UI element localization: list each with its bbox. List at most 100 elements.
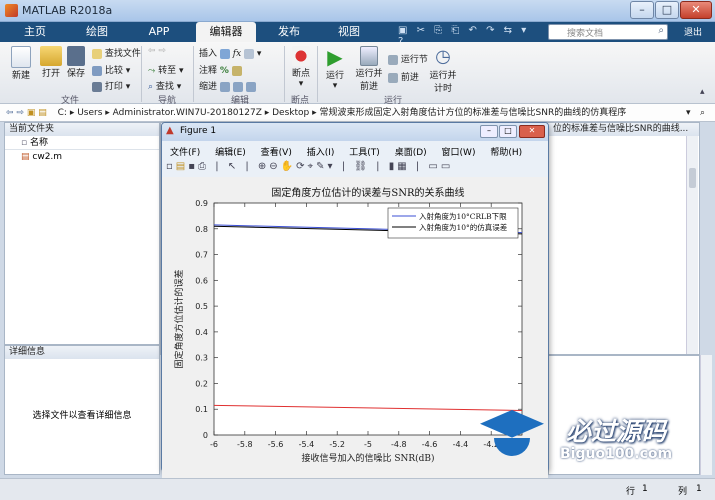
folder-up-icon[interactable]: ▣	[27, 108, 36, 118]
goto-button[interactable]: ⤳ 转至 ▾	[148, 63, 183, 76]
zoom-in-icon[interactable]: ⊕	[258, 161, 269, 172]
search-box[interactable]: 搜索文档 ⌕	[548, 24, 668, 40]
print-button[interactable]: 打印 ▾	[92, 79, 130, 92]
run-and-time-button[interactable]: ◷ 运行并 计时	[428, 46, 458, 94]
save-icon[interactable]: ▪	[188, 161, 198, 172]
legend-icon[interactable]: ▦	[397, 161, 409, 172]
menu-help[interactable]: 帮助(H)	[490, 148, 522, 158]
figure-close-button[interactable]: ✕	[519, 125, 545, 138]
compare-label: 比较	[104, 66, 123, 76]
open-label: 打开	[41, 69, 60, 79]
app-title-bar: MATLAB R2018a – □ ✕	[0, 0, 715, 22]
compare-button[interactable]: 比较 ▾	[92, 63, 130, 76]
link-plot-icon[interactable]: ⛓	[354, 161, 370, 172]
pan-icon[interactable]: ✋	[281, 161, 296, 172]
path-seg-3[interactable]: Desktop	[272, 108, 309, 118]
scroll-thumb[interactable]	[689, 168, 696, 188]
hide-tools-icon[interactable]: ▭	[428, 161, 440, 172]
breakpoints-label: 断点	[291, 69, 310, 79]
tab-view[interactable]: 视图	[324, 22, 374, 42]
figure-maximize-button[interactable]: □	[499, 125, 517, 138]
maximize-button[interactable]: □	[655, 1, 679, 19]
indent-icon	[219, 81, 230, 92]
find-file-label: 查找文件	[104, 49, 141, 59]
open-button[interactable]: 打开	[36, 46, 66, 79]
y-tick-label: 0	[203, 431, 208, 440]
find-button[interactable]: ⌕ 查找 ▾	[148, 79, 181, 92]
tab-publish[interactable]: 发布	[264, 22, 314, 42]
open-icon[interactable]: ▤	[176, 161, 188, 172]
insert-button[interactable]: 插入 fx ▾	[199, 46, 261, 59]
menu-file[interactable]: 文件(F)	[170, 148, 200, 158]
tab-plots[interactable]: 绘图	[72, 22, 122, 42]
save-button[interactable]: 保存	[63, 46, 89, 79]
nav-forward-icon[interactable]: ⇨	[16, 108, 24, 118]
editor-scrollbar[interactable]	[686, 136, 698, 354]
tab-editor[interactable]: 编辑器	[196, 22, 256, 42]
watermark-brand: 必过源码	[566, 417, 667, 446]
smart-indent-icon	[245, 81, 256, 92]
ribbon-tab-bar: 主页 绘图 APP 编辑器 发布 视图 ▣ ✂ ⎘ ⎗ ↶ ↷ ⇆ ▾ ? 搜索…	[0, 22, 715, 47]
run-button[interactable]: ▶ 运行 ▾	[322, 46, 348, 91]
show-tools-icon[interactable]: ▭	[441, 161, 453, 172]
ribbon: 新建 打开 保存 查找文件 比较 ▾ 打印 ▾ 文件 ⇦ ⇨ ⤳ 转至 ▾ ⌕ …	[0, 42, 715, 106]
rotate-icon[interactable]: ⟳	[296, 161, 307, 172]
breakpoints-button[interactable]: 断点 ▾	[288, 46, 314, 89]
print-icon[interactable]: ⎙	[198, 161, 209, 172]
x-tick-label: -5.8	[237, 440, 253, 449]
tab-apps[interactable]: APP	[134, 22, 184, 42]
file-list-header[interactable]: ▫ 名称	[5, 136, 159, 150]
details-title: 详细信息	[5, 346, 159, 359]
file-name: cw2.m	[32, 152, 63, 162]
path-dropdown-icon[interactable]: ▾	[686, 104, 691, 121]
path-seg-0[interactable]: C:	[58, 108, 67, 118]
nav-back-icon[interactable]: ⇦	[6, 108, 14, 118]
y-tick-label: 0.3	[195, 354, 208, 363]
figure-minimize-button[interactable]: –	[480, 125, 498, 138]
colorbar-icon[interactable]: ▮	[389, 161, 398, 172]
list-item[interactable]: ▤ cw2.m	[5, 150, 159, 164]
path-seg-4[interactable]: 常规波束形成固定入射角度估计方位的标准差与信噪比SNR的曲线的仿真程序	[320, 108, 627, 118]
path-search-icon[interactable]: ⌕	[700, 104, 705, 121]
column-name-header[interactable]: 名称	[30, 138, 48, 148]
close-button[interactable]: ✕	[680, 1, 712, 19]
sign-out-link[interactable]: 退出	[684, 25, 702, 38]
new-button[interactable]: 新建	[6, 46, 36, 81]
minimize-button[interactable]: –	[630, 1, 654, 19]
zoom-out-icon[interactable]: ⊖	[269, 161, 280, 172]
menu-view[interactable]: 查看(V)	[261, 148, 292, 158]
menu-window[interactable]: 窗口(W)	[442, 148, 476, 158]
chart-title: 固定角度方位估计的误差与SNR的关系曲线	[271, 186, 464, 199]
indent-button[interactable]: 缩进	[199, 79, 256, 92]
new-figure-icon[interactable]: ▫	[166, 161, 176, 172]
menu-tools[interactable]: 工具(T)	[349, 148, 380, 158]
figure-title: Figure 1	[180, 126, 217, 136]
pointer-icon[interactable]: ↖	[228, 161, 239, 172]
browse-folder-icon[interactable]: ▤	[38, 108, 47, 118]
menu-desktop[interactable]: 桌面(D)	[395, 148, 427, 158]
print-icon	[92, 81, 102, 92]
comment-button[interactable]: 注释 %	[199, 63, 242, 76]
brush-icon[interactable]: ✎	[316, 161, 327, 172]
menu-insert[interactable]: 插入(I)	[307, 148, 335, 158]
back-forward-nav[interactable]: ⇦ ⇨	[148, 46, 166, 56]
data-cursor-icon[interactable]: ⌖	[308, 161, 317, 172]
ribbon-collapse-icon[interactable]: ▴	[700, 87, 705, 97]
run-advance-button[interactable]: 运行并 前进	[354, 46, 384, 92]
legend-label: 入射角度为10°CRLB下限	[419, 211, 507, 221]
path-seg-1[interactable]: Users	[77, 108, 102, 118]
watermark-logo: 必过源码 Biguo100.com	[480, 408, 710, 468]
search-input-placeholder: 搜索文档	[567, 29, 604, 39]
comment-label: 注释	[199, 66, 218, 76]
run-section-button[interactable]: 运行节	[388, 52, 428, 65]
tab-home[interactable]: 主页	[10, 22, 60, 42]
address-bar[interactable]: ⇦ ⇨ ▣ ▤ C: ▸ Users ▸ Administrator.WIN7U…	[0, 104, 715, 122]
path-seg-2[interactable]: Administrator.WIN7U-20180127Z	[113, 108, 262, 118]
new-label: 新建	[11, 71, 30, 81]
menu-edit[interactable]: 编辑(E)	[215, 148, 246, 158]
y-tick-label: 0.6	[195, 276, 208, 285]
find-file-button[interactable]: 查找文件	[92, 46, 141, 59]
advance-button[interactable]: 前进	[388, 70, 419, 83]
matlab-logo-icon	[5, 4, 18, 17]
fx-icon: fx	[232, 49, 242, 59]
